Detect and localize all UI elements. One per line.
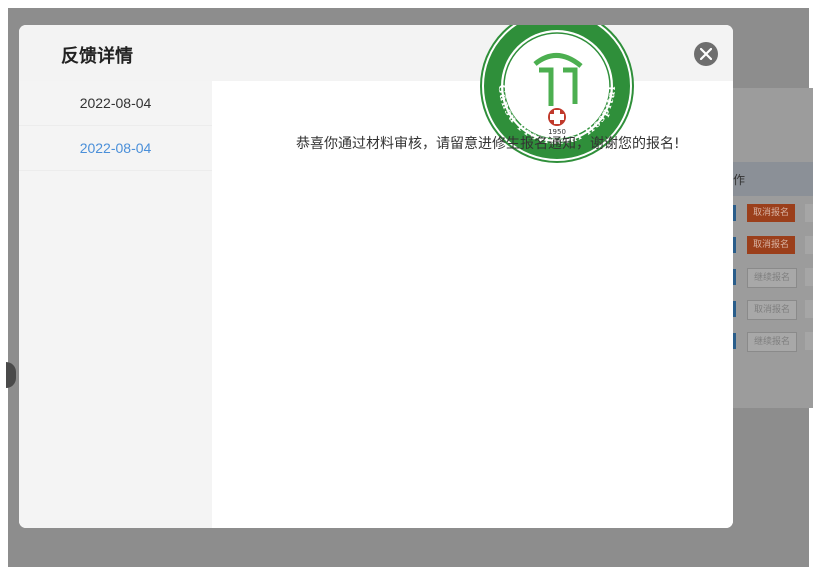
background-table-row: 取消报名 <box>725 293 813 325</box>
row-marker <box>733 237 736 253</box>
background-table-row: 取消报名 <box>725 197 813 229</box>
cancel-registration-button[interactable]: 取消报名 <box>747 204 795 222</box>
background-table-row: 取消报名 <box>725 229 813 261</box>
row-action-stub <box>805 236 813 254</box>
screen-edge-top <box>0 0 813 8</box>
date-list: 2022-08-04 2022-08-04 <box>19 81 212 528</box>
feedback-detail-modal: 反馈详情 2022-08-04 2022-08-04 1950 Gansu Pr… <box>19 25 733 528</box>
cancel-registration-button[interactable]: 取消报名 <box>747 236 795 254</box>
feedback-content: 1950 Gansu Provincial Hospital 恭喜你通过材料审核… <box>212 25 733 528</box>
modal-header: 反馈详情 <box>19 25 733 81</box>
date-list-item-active[interactable]: 2022-08-04 <box>19 126 212 171</box>
background-table-row: 继续报名 <box>725 325 813 357</box>
row-marker <box>733 269 736 285</box>
background-header-text: 作 <box>733 173 746 187</box>
continue-registration-button[interactable]: 继续报名 <box>747 268 797 288</box>
row-action-stub <box>805 204 813 222</box>
row-marker <box>733 301 736 317</box>
screen-edge-left <box>0 0 8 567</box>
row-marker <box>733 205 736 221</box>
date-list-item[interactable]: 2022-08-04 <box>19 81 212 126</box>
row-action-stub <box>805 268 813 286</box>
continue-registration-button[interactable]: 继续报名 <box>747 332 797 352</box>
cancel-registration-button[interactable]: 取消报名 <box>747 300 797 320</box>
close-button[interactable] <box>694 42 718 66</box>
background-table-header: 作 <box>725 162 813 196</box>
row-action-stub <box>805 300 813 318</box>
row-action-stub <box>805 332 813 350</box>
feedback-message: 恭喜你通过材料审核，请留意进修生报名通知，谢谢您的报名! <box>296 136 680 152</box>
row-marker <box>733 333 736 349</box>
modal-title: 反馈详情 <box>61 46 133 67</box>
background-table-row: 继续报名 <box>725 261 813 293</box>
close-icon <box>700 48 712 60</box>
